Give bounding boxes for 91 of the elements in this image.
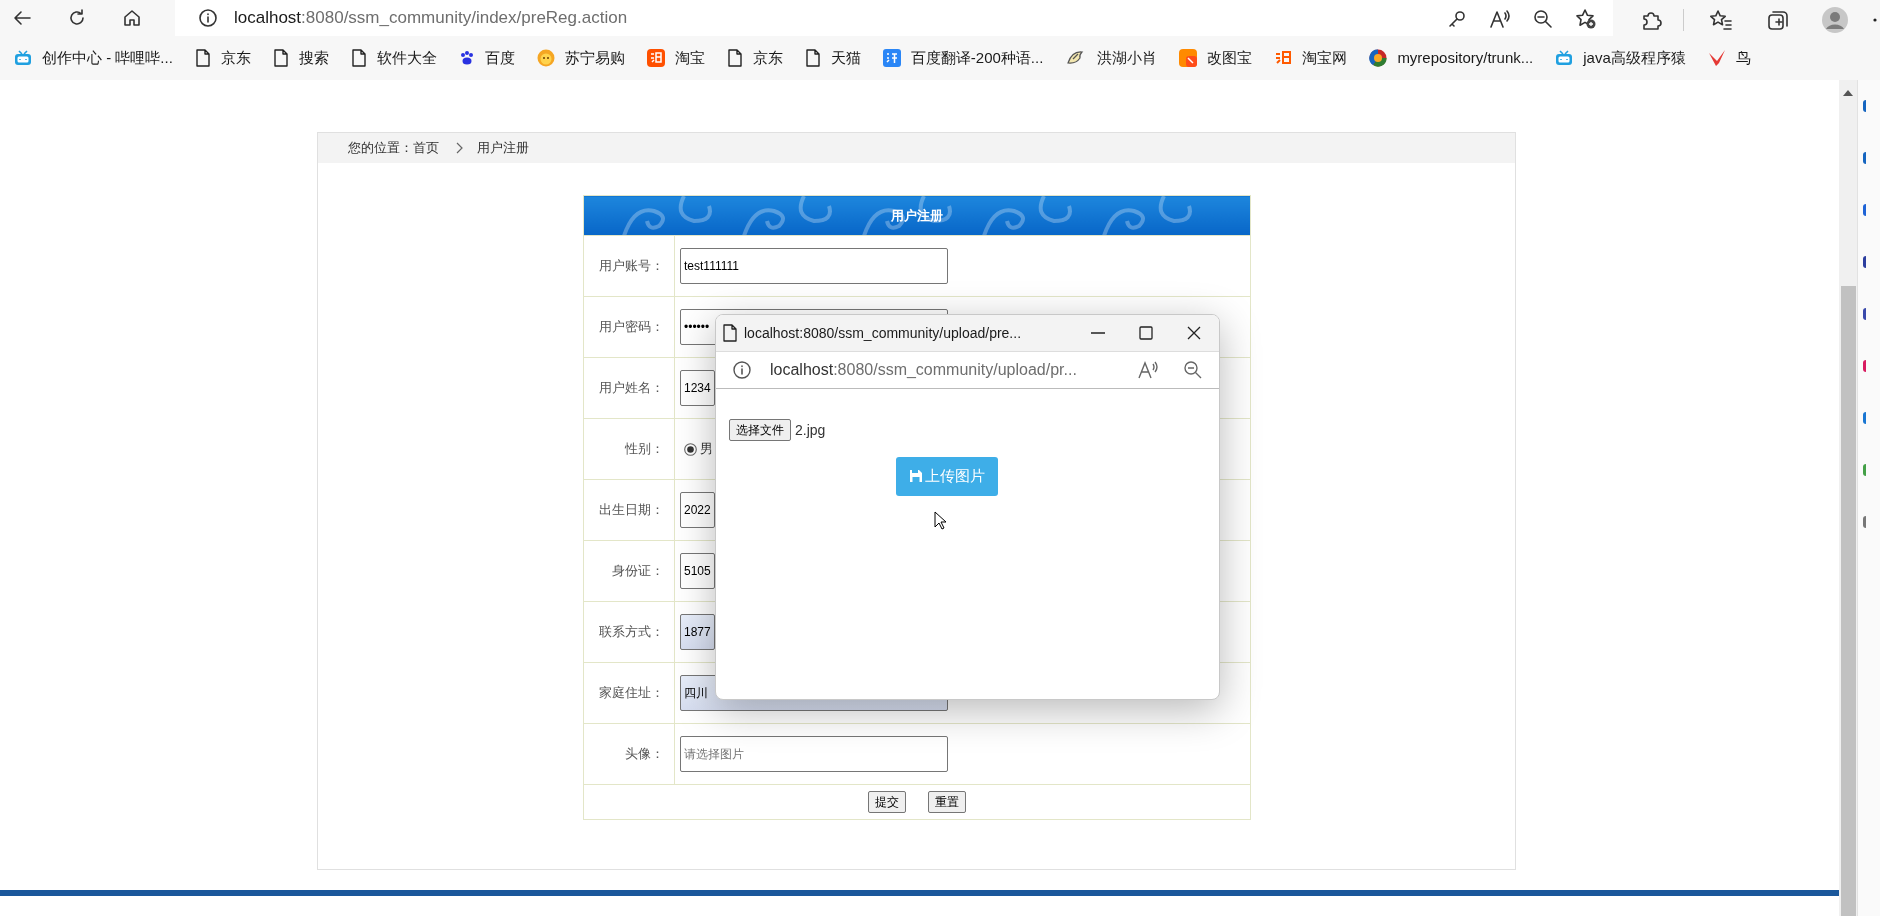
option-label: 男	[700, 440, 713, 459]
close-icon[interactable]	[1185, 324, 1203, 342]
field-label: 用户账号：	[599, 258, 664, 274]
input-field[interactable]: 1877	[680, 614, 715, 650]
field-label: 联系方式：	[599, 624, 664, 640]
more-icon[interactable]	[1872, 17, 1878, 23]
tv-icon	[1555, 50, 1574, 66]
bookmark[interactable]: 搜索	[272, 46, 329, 70]
sidebar-app-icon[interactable]	[1860, 254, 1866, 270]
input-field[interactable]: 1234	[680, 370, 715, 406]
key-icon[interactable]	[1447, 9, 1467, 29]
read-aloud-icon[interactable]	[1137, 360, 1159, 380]
breadcrumb-current: 用户注册	[477, 139, 529, 158]
bookmark[interactable]: 百度	[458, 46, 515, 70]
bookmark[interactable]: 鸟	[1707, 46, 1751, 70]
sidebar-app-icon[interactable]	[1860, 410, 1866, 426]
file-name: 2.jpg	[795, 420, 826, 440]
read-aloud-icon[interactable]	[1489, 9, 1511, 29]
favorite-add-icon[interactable]	[1575, 8, 1597, 30]
input-field[interactable]: 2022	[680, 492, 715, 528]
info-icon[interactable]	[732, 360, 752, 380]
bookmark[interactable]: 京东	[194, 46, 251, 70]
profile-avatar-icon[interactable]	[1822, 7, 1848, 33]
bird-icon	[1707, 49, 1726, 67]
page-icon	[272, 49, 289, 67]
shop-icon	[1274, 49, 1293, 67]
field-label: 家庭住址：	[599, 685, 664, 701]
field-label: 性别：	[625, 441, 664, 457]
sidebar-app-icon[interactable]	[1860, 150, 1866, 166]
shop-icon	[646, 49, 665, 67]
input-field[interactable]: test111111	[680, 248, 948, 284]
bookmark[interactable]: 京东	[726, 46, 783, 70]
bookmark[interactable]: 软件大全	[350, 46, 437, 70]
reload-icon[interactable]	[67, 8, 87, 28]
bookmark[interactable]: 百度翻译-200种语...	[882, 46, 1044, 70]
page-icon	[804, 49, 821, 67]
form-button[interactable]: 重置	[928, 791, 966, 813]
collections-icon[interactable]	[1766, 9, 1790, 31]
maximize-icon[interactable]	[1137, 324, 1155, 342]
save-icon	[909, 469, 923, 484]
back-icon[interactable]	[12, 8, 32, 28]
home-icon[interactable]	[122, 8, 142, 28]
bookmark[interactable]: 天猫	[804, 46, 861, 70]
page-icon	[194, 49, 211, 67]
field-label: 用户姓名：	[599, 380, 664, 396]
sidebar-app-icon[interactable]	[1860, 358, 1866, 374]
bookmark[interactable]: myrepository/trunk...	[1369, 46, 1534, 70]
info-icon[interactable]	[198, 8, 218, 28]
page-icon	[722, 324, 738, 342]
sidebar-app-icon[interactable]	[1860, 306, 1866, 322]
field-label: 用户密码：	[599, 319, 664, 335]
input-field[interactable]: 5105	[680, 553, 715, 589]
page-icon	[350, 49, 367, 67]
bookmark[interactable]: 改图宝	[1179, 46, 1253, 70]
sidebar-app-icon[interactable]	[1860, 514, 1866, 530]
field-label: 出生日期：	[599, 502, 664, 518]
field-label: 身份证：	[612, 563, 664, 579]
field-label: 头像：	[625, 746, 664, 762]
cursor-icon	[934, 511, 946, 530]
form-title: 用户注册	[891, 207, 943, 223]
zoom-out-icon[interactable]	[1533, 9, 1553, 29]
chevron-icon	[455, 142, 463, 154]
breadcrumb-link[interactable]: 首页	[413, 138, 439, 158]
bookmark[interactable]: 创作中心 - 哔哩哔...	[14, 46, 173, 70]
bookmark[interactable]: 淘宝网	[1274, 46, 1348, 70]
paw-icon	[458, 50, 475, 66]
app-tile-icon	[1179, 49, 1198, 67]
scrollbar-thumb[interactable]	[1841, 286, 1856, 916]
bookmark[interactable]: 淘宝	[646, 46, 705, 70]
input-field[interactable]: 请选择图片	[680, 736, 948, 772]
sidebar-app-icon[interactable]	[1860, 98, 1866, 114]
translate-icon	[882, 49, 901, 67]
lion-icon	[536, 49, 555, 67]
bookmark[interactable]: 苏宁易购	[536, 46, 625, 70]
form-button[interactable]: 提交	[868, 791, 906, 813]
bookmark[interactable]: java高级程序猿	[1555, 46, 1686, 70]
sidebar-app-icon[interactable]	[1860, 202, 1866, 218]
file-button[interactable]: 选择文件	[729, 419, 791, 441]
radio-button[interactable]	[684, 442, 697, 456]
scroll-up-icon[interactable]	[1843, 90, 1853, 96]
page-icon	[726, 49, 743, 67]
bookmark[interactable]: 洪湖小肖	[1065, 46, 1158, 70]
address-bar[interactable]: localhost:8080/ssm_community/upload/pr...	[770, 358, 1077, 382]
zoom-out-icon[interactable]	[1183, 360, 1203, 380]
window-title: localhost:8080/ssm_community/upload/pre...	[744, 323, 1022, 343]
tv-icon	[14, 50, 32, 66]
favorites-icon[interactable]	[1709, 9, 1733, 31]
breadcrumb-label: 您的位置：	[348, 139, 413, 158]
ring-icon	[1369, 49, 1388, 67]
address-bar[interactable]: localhost:8080/ssm_community/index/preReg.action	[234, 5, 628, 31]
extensions-icon[interactable]	[1640, 9, 1662, 31]
